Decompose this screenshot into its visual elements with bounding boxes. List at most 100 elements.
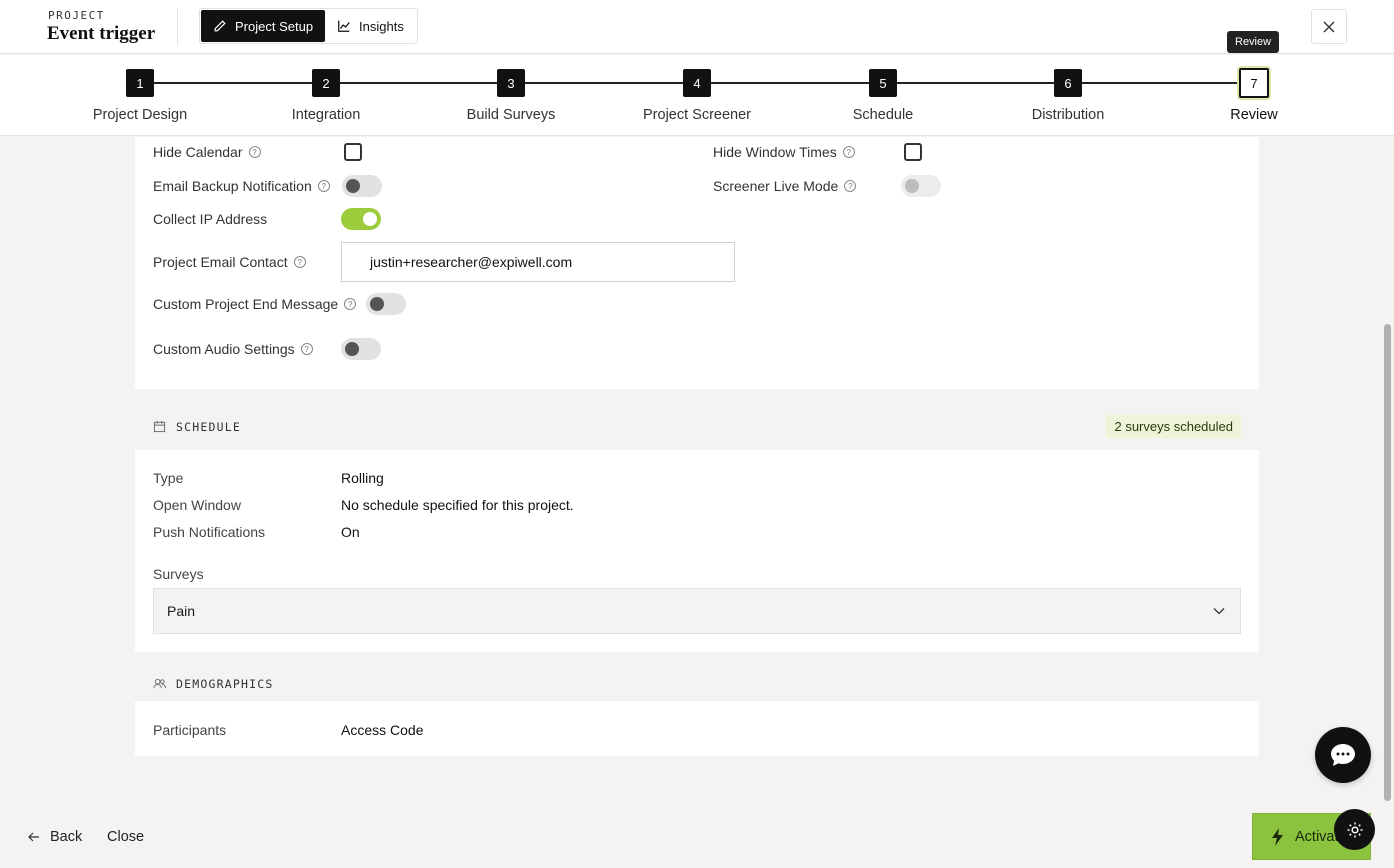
custom-audio-row: Custom Audio Settings ?: [153, 341, 313, 357]
close-button[interactable]: [1311, 9, 1347, 44]
chat-icon: [1331, 744, 1355, 766]
step-connector: [525, 82, 683, 84]
project-title: Event trigger: [47, 23, 156, 44]
collect-ip-row: Collect IP Address: [153, 211, 267, 227]
chat-button[interactable]: [1315, 727, 1371, 783]
close-icon: [1323, 21, 1335, 32]
step-3-label[interactable]: Build Surveys: [467, 107, 556, 123]
gear-icon: [1347, 822, 1362, 837]
type-value: Rolling: [341, 470, 384, 486]
custom-audio-toggle[interactable]: [341, 338, 381, 360]
progress-stepper: 1 2 3 4 5 6 7 Project Design Integration…: [0, 55, 1394, 136]
screener-live-toggle[interactable]: [901, 175, 941, 197]
tab-project-setup[interactable]: Project Setup: [201, 10, 326, 42]
help-icon[interactable]: ?: [842, 146, 855, 158]
hide-window-times-checkbox[interactable]: [904, 143, 922, 161]
step-4-label[interactable]: Project Screener: [643, 107, 751, 123]
back-button[interactable]: Back: [28, 829, 82, 845]
email-contact-label: Project Email Contact: [153, 254, 288, 270]
push-notifications-label: Push Notifications: [153, 524, 266, 540]
email-backup-label: Email Backup Notification: [153, 178, 312, 194]
top-header: PROJECT Event trigger Project Setup Insi…: [0, 0, 1394, 54]
hide-window-times-label: Hide Window Times: [713, 144, 837, 160]
step-2-number[interactable]: 2: [312, 69, 340, 97]
tab-insights[interactable]: Insights: [325, 10, 416, 42]
schedule-title: SCHEDULE: [176, 420, 241, 434]
chevron-down-icon: [1213, 608, 1225, 615]
surveys-select[interactable]: Pain: [153, 588, 1241, 634]
toggle-knob: [345, 342, 359, 356]
custom-end-label: Custom Project End Message: [153, 296, 339, 312]
schedule-section-header: SCHEDULE 2 surveys scheduled: [135, 405, 1259, 449]
toggle-knob: [905, 179, 919, 193]
step-connector: [711, 82, 869, 84]
demographics-section-header: DEMOGRAPHICS: [135, 667, 1259, 701]
open-window-label: Open Window: [153, 497, 241, 513]
scrollbar[interactable]: [1384, 324, 1391, 801]
collect-ip-label: Collect IP Address: [153, 211, 268, 227]
step-connector: [897, 82, 1055, 84]
demographics-card: Participants Access Code: [135, 701, 1259, 756]
step-6-label[interactable]: Distribution: [1032, 107, 1105, 123]
step-connector: [1082, 82, 1240, 84]
participants-label: Participants: [153, 722, 227, 738]
custom-end-row: Custom Project End Message ?: [153, 296, 357, 312]
step-5-label[interactable]: Schedule: [853, 107, 913, 123]
help-icon[interactable]: ?: [248, 146, 261, 158]
step-1-number[interactable]: 1: [126, 69, 154, 97]
schedule-card: Type Rolling Open Window No schedule spe…: [135, 450, 1259, 652]
tab-project-setup-label: Project Setup: [235, 18, 314, 34]
help-icon[interactable]: ?: [344, 298, 357, 310]
step-5-number[interactable]: 5: [869, 69, 897, 97]
calendar-icon: [153, 420, 166, 433]
project-settings-card: Hide Calendar ? Hide Window Times ? Emai…: [135, 137, 1259, 389]
demographics-title: DEMOGRAPHICS: [176, 677, 274, 691]
close-footer-button[interactable]: Close: [107, 829, 144, 845]
push-notifications-value: On: [341, 524, 360, 540]
arrow-left-icon: [28, 832, 39, 842]
type-label: Type: [153, 470, 184, 486]
step-connector: [340, 82, 498, 84]
help-icon[interactable]: ?: [317, 180, 330, 192]
project-kicker: PROJECT: [48, 9, 105, 22]
email-contact-row: Project Email Contact ?: [153, 254, 306, 270]
custom-end-toggle[interactable]: [366, 293, 406, 315]
toggle-knob: [370, 297, 384, 311]
surveys-select-value: Pain: [167, 603, 196, 619]
step-4-number[interactable]: 4: [683, 69, 711, 97]
collect-ip-toggle[interactable]: [341, 208, 381, 230]
step-connector: [154, 82, 312, 84]
chart-line-icon: [338, 20, 350, 32]
help-icon[interactable]: ?: [844, 180, 857, 192]
toggle-knob: [346, 179, 360, 193]
close-label: Close: [107, 829, 145, 845]
step-7-number[interactable]: 7: [1239, 68, 1269, 98]
open-window-value: No schedule specified for this project.: [341, 497, 574, 513]
participants-value: Access Code: [341, 722, 424, 738]
toggle-knob: [363, 212, 377, 226]
email-backup-toggle[interactable]: [342, 175, 382, 197]
step-6-number[interactable]: 6: [1054, 69, 1082, 97]
tab-insights-label: Insights: [359, 18, 404, 34]
hide-calendar-row: Hide Calendar ?: [153, 144, 261, 160]
step-2-label[interactable]: Integration: [292, 107, 361, 123]
help-icon[interactable]: ?: [293, 256, 306, 268]
settings-button[interactable]: [1334, 809, 1375, 850]
help-icon[interactable]: ?: [300, 343, 313, 355]
email-contact-input[interactable]: justin+researcher@expiwell.com: [341, 242, 735, 282]
lightning-icon: [1272, 827, 1283, 846]
users-icon: [153, 678, 166, 689]
review-tooltip: Review: [1227, 31, 1280, 53]
header-tabs: Project Setup Insights: [199, 8, 418, 44]
screener-live-label: Screener Live Mode: [713, 178, 839, 194]
surveys-scheduled-badge: 2 surveys scheduled: [1106, 415, 1241, 438]
step-3-number[interactable]: 3: [497, 69, 525, 97]
step-1-label[interactable]: Project Design: [93, 107, 187, 123]
header-divider: [177, 9, 178, 45]
custom-audio-label: Custom Audio Settings: [153, 341, 295, 357]
email-backup-row: Email Backup Notification ?: [153, 178, 330, 194]
surveys-label: Surveys: [153, 566, 204, 582]
hide-calendar-checkbox[interactable]: [344, 143, 362, 161]
step-7-label[interactable]: Review: [1230, 107, 1278, 123]
screener-live-row: Screener Live Mode ?: [713, 178, 857, 194]
